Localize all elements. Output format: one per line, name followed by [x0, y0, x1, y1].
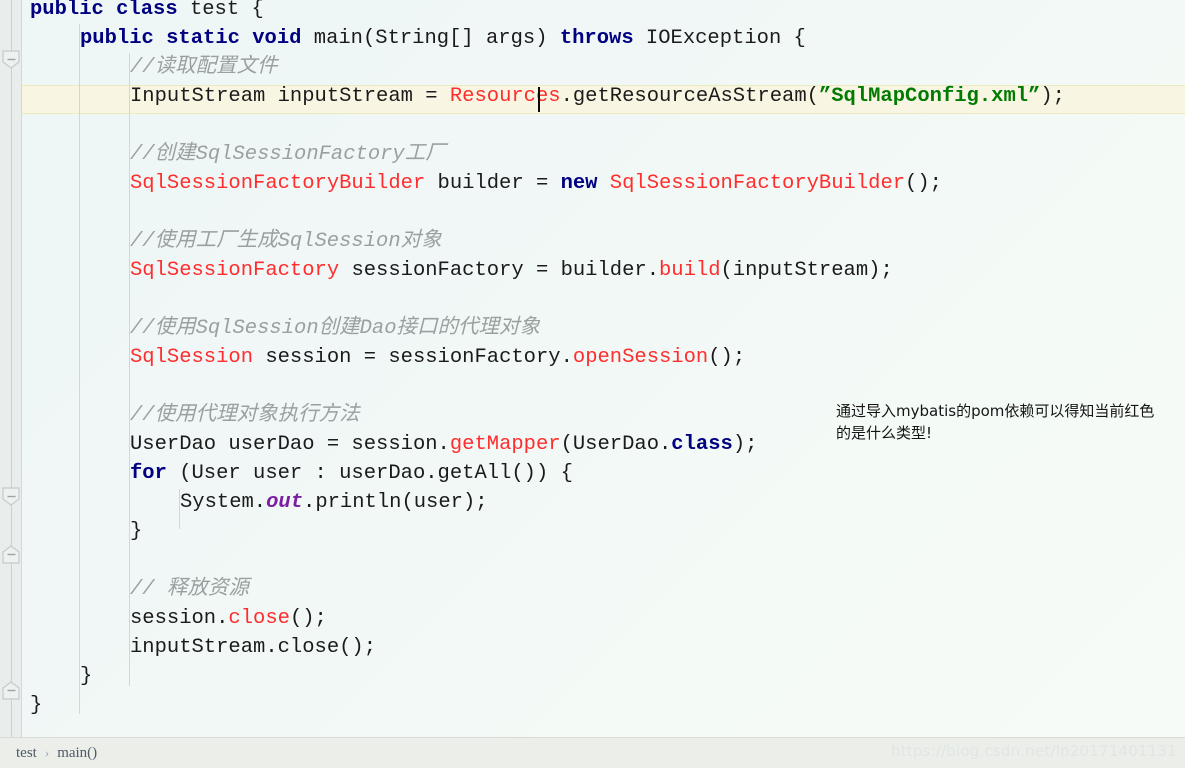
fold-marker-method-start[interactable] [2, 50, 21, 69]
code-token-pln: sessionFactory = builder. [339, 259, 659, 282]
code-token-pln: (User user : userDao.getAll()) { [166, 462, 573, 485]
code-token-pln: ); [732, 433, 758, 456]
code-token-pln: } [80, 665, 93, 688]
code-line[interactable]: //使用工厂生成SqlSession对象 [130, 227, 442, 256]
code-line[interactable]: SqlSessionFactoryBuilder builder = new S… [130, 169, 942, 198]
code-token-pln: (); [905, 172, 942, 195]
code-token-cmt: //读取配置文件 [130, 56, 278, 79]
code-token-kw: void [252, 27, 302, 50]
code-line[interactable]: SqlSessionFactory sessionFactory = build… [130, 256, 893, 285]
code-token-pln: main(String[] args) [301, 27, 560, 50]
code-token-pln: (); [708, 346, 746, 369]
code-token-cls: Resources [449, 85, 561, 108]
code-token-pln: System. [180, 491, 267, 514]
editor-gutter [0, 0, 22, 737]
code-token-kw: for [130, 462, 167, 485]
ide-editor-window: public class test {public static void ma… [0, 0, 1185, 768]
breadcrumb-item-test[interactable]: test [14, 745, 39, 762]
code-token-mth: close [228, 607, 290, 630]
code-token-pln: (); [289, 607, 327, 630]
code-token-kw: public [30, 0, 104, 21]
code-line[interactable]: SqlSession session = sessionFactory.open… [130, 343, 745, 372]
code-token-cmt: //使用SqlSession创建Dao接口的代理对象 [130, 317, 541, 340]
code-line[interactable]: inputStream.close(); [130, 633, 376, 662]
code-token-kw: new [560, 172, 598, 195]
code-token-cls: SqlSessionFactory [130, 259, 340, 282]
code-token-pln: builder = [425, 172, 561, 195]
code-line[interactable]: session.close(); [130, 604, 327, 633]
code-line[interactable]: public static void main(String[] args) t… [80, 24, 806, 53]
code-token-pln: inputStream.close(); [130, 636, 377, 659]
code-token-pln: } [30, 694, 43, 717]
code-token-pln: session = sessionFactory. [253, 346, 573, 369]
code-line[interactable]: } [130, 517, 142, 546]
code-token-cmt: //使用代理对象执行方法 [130, 404, 360, 427]
annotation-note: 通过导入mybatis的pom依赖可以得知当前红色 的是什么类型! [836, 402, 1155, 442]
breadcrumb-item-main[interactable]: main() [55, 745, 99, 762]
code-token-pln: test { [177, 0, 264, 21]
code-line[interactable]: System.out.println(user); [180, 488, 488, 517]
code-token-pln [104, 0, 116, 21]
code-token-pln: ); [1040, 85, 1065, 108]
code-line[interactable]: //创建SqlSessionFactory工厂 [130, 140, 446, 169]
code-token-cls: SqlSession [130, 346, 254, 369]
code-token-str: ”SqlMapConfig.xml” [818, 85, 1041, 108]
code-token-cls: SqlSessionFactoryBuilder [609, 172, 906, 195]
fold-marker-for-end[interactable] [2, 545, 21, 564]
code-token-kw: throws [559, 27, 634, 50]
code-token-pln: .getResourceAsStream( [560, 85, 819, 108]
code-token-mth: openSession [572, 346, 709, 369]
code-token-stat: out [266, 491, 304, 514]
code-editor-area[interactable]: public class test {public static void ma… [22, 0, 1185, 737]
code-line[interactable]: InputStream inputStream = Resources.getR… [130, 82, 1065, 111]
code-token-cls: SqlSessionFactoryBuilder [130, 172, 426, 195]
code-token-pln: .println(user); [303, 491, 488, 514]
code-line[interactable]: //读取配置文件 [130, 53, 278, 82]
code-token-pln: } [130, 520, 143, 543]
code-token-pln: IOException { [633, 27, 806, 50]
code-token-cmt: // 释放资源 [130, 578, 249, 601]
fold-marker-class-end[interactable] [2, 681, 21, 700]
gutter-rail [11, 0, 12, 737]
code-token-kw: static [166, 27, 240, 50]
fold-marker-for-start[interactable] [2, 487, 21, 506]
code-line[interactable]: UserDao userDao = session.getMapper(User… [130, 430, 757, 459]
code-line[interactable]: //使用代理对象执行方法 [130, 401, 360, 430]
code-token-pln [240, 27, 252, 50]
code-token-mth: build [659, 259, 721, 282]
code-line[interactable]: // 释放资源 [130, 575, 249, 604]
breadcrumb[interactable]: test › main() [0, 745, 99, 762]
code-token-pln: (inputStream); [720, 259, 893, 282]
code-line[interactable]: } [30, 691, 42, 720]
code-token-kw: public [80, 27, 154, 50]
code-line[interactable]: } [80, 662, 92, 691]
code-line[interactable]: for (User user : userDao.getAll()) { [130, 459, 573, 488]
code-line[interactable]: //使用SqlSession创建Dao接口的代理对象 [130, 314, 540, 343]
code-token-pln: UserDao userDao = session. [130, 433, 450, 456]
watermark-text: https://blog.csdn.net/lp20171401131 [890, 742, 1177, 760]
breadcrumb-separator-icon: › [44, 745, 50, 760]
code-token-mth: getMapper [449, 433, 561, 456]
status-bar: test › main() https://blog.csdn.net/lp2017… [0, 737, 1185, 768]
code-line[interactable]: public class test { [30, 0, 264, 24]
code-token-kw: class [671, 433, 733, 456]
code-token-pln [154, 27, 166, 50]
source-code[interactable]: public class test {public static void ma… [22, 0, 1185, 737]
code-token-pln: (UserDao. [560, 433, 672, 456]
code-token-cmt: //使用工厂生成SqlSession对象 [130, 230, 442, 253]
code-token-pln [597, 172, 609, 195]
code-token-pln: session. [130, 607, 229, 630]
code-token-pln: InputStream inputStream = [130, 85, 450, 108]
text-caret [538, 87, 540, 112]
code-token-cmt: //创建SqlSessionFactory工厂 [130, 143, 446, 166]
code-token-kw: class [116, 0, 178, 21]
